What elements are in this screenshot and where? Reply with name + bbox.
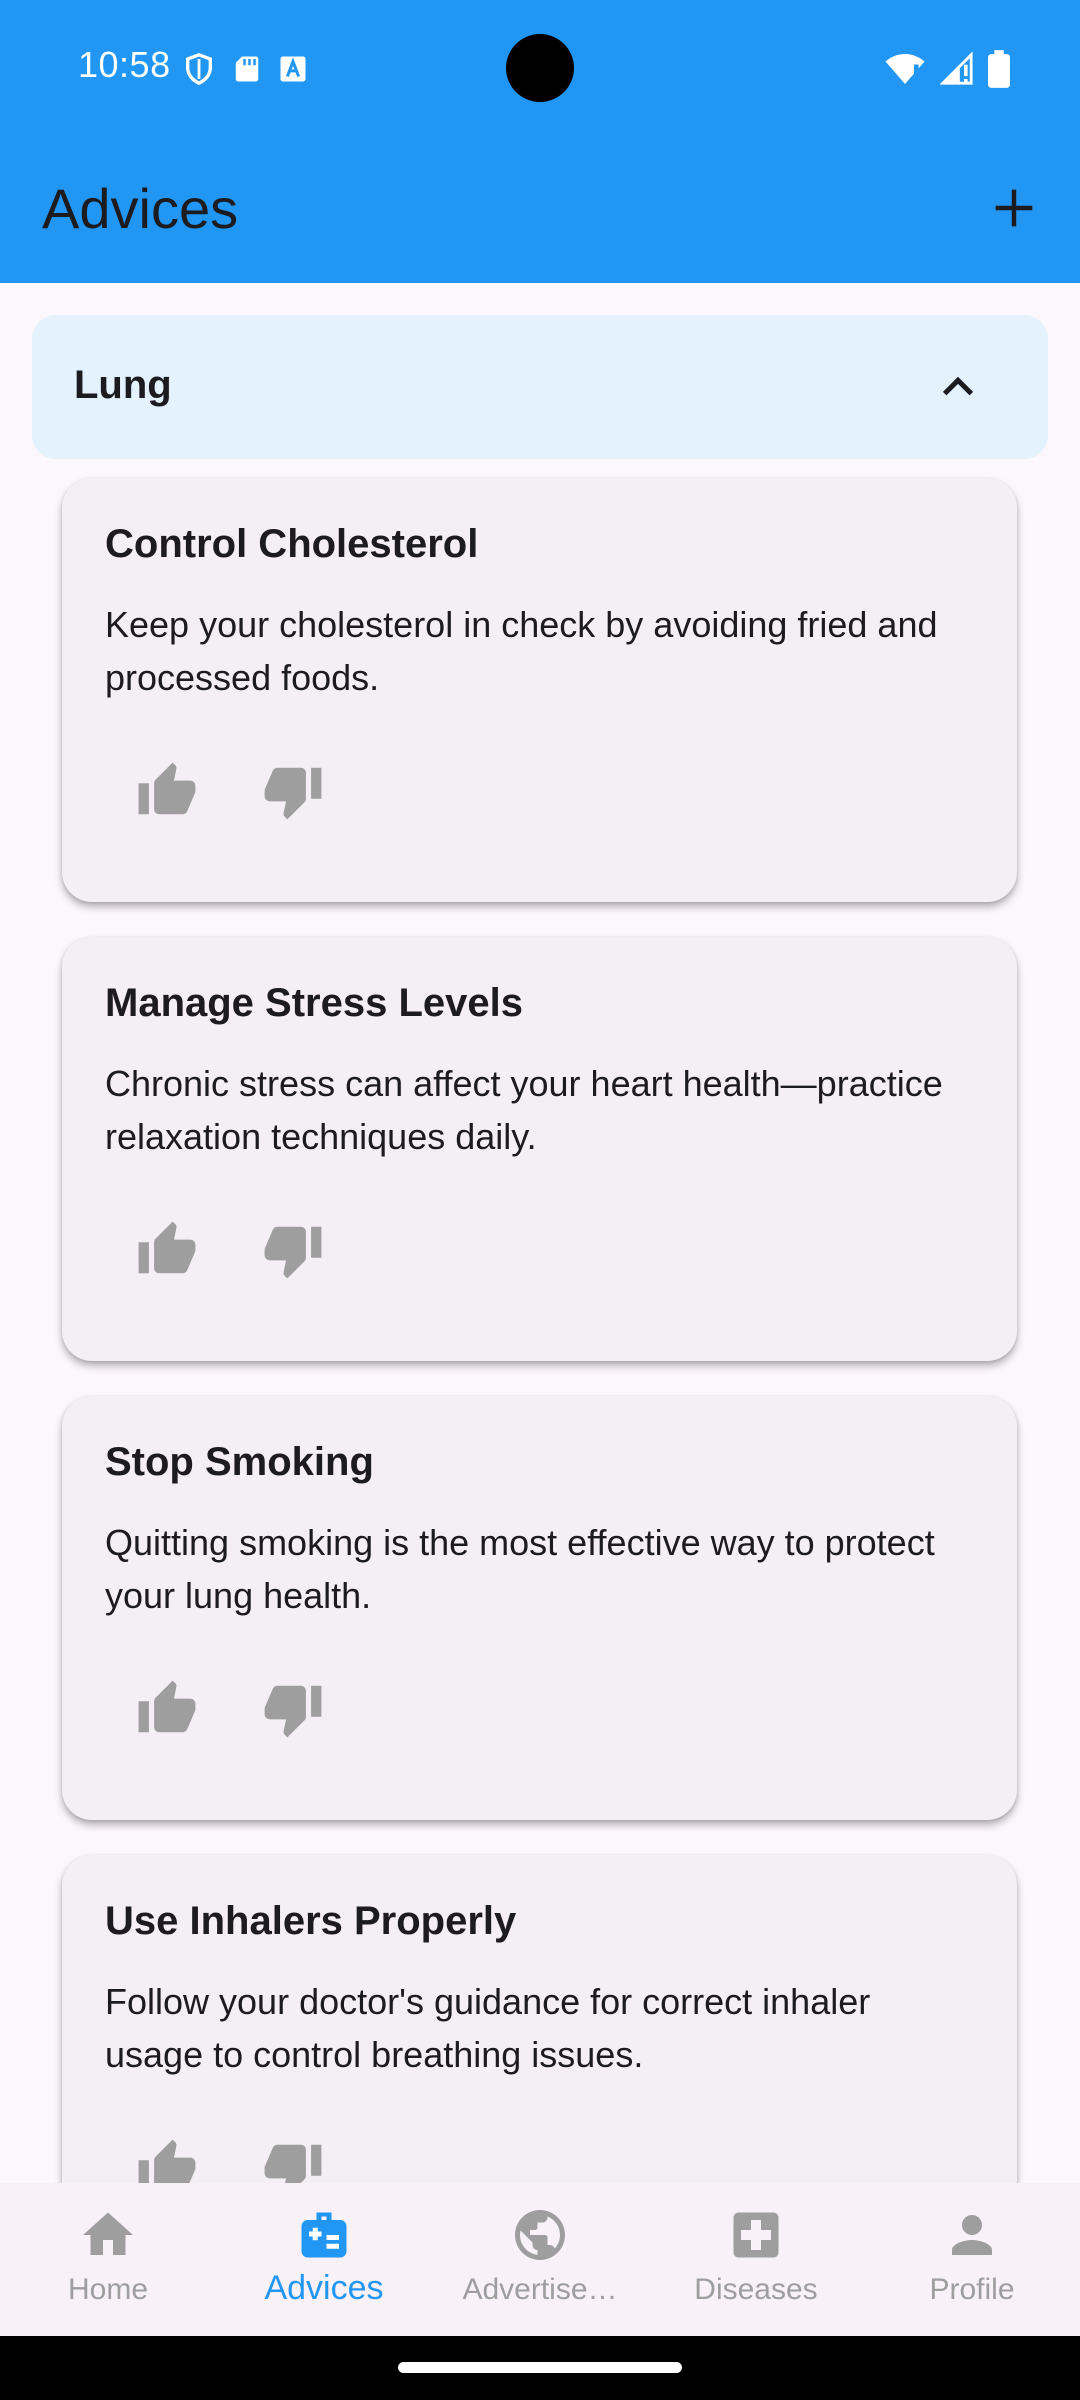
thumb-up-icon <box>138 1221 196 1274</box>
thumb-down-icon <box>264 2144 322 2183</box>
thumb-down-icon <box>264 1685 322 1738</box>
camera-cutout <box>506 34 574 102</box>
category-header-lung[interactable]: Lung <box>32 315 1048 459</box>
nav-item-home[interactable]: Home <box>0 2183 216 2336</box>
like-button[interactable] <box>124 2125 210 2183</box>
advice-card: Stop Smoking Quitting smoking is the mos… <box>62 1396 1017 1820</box>
gesture-handle[interactable] <box>398 2362 682 2373</box>
advice-list[interactable]: Lung Control Cholesterol Keep your chole… <box>0 283 1080 2183</box>
app-bar: Advices <box>0 136 1080 283</box>
wifi-alert-icon <box>884 51 926 92</box>
nav-item-advertisements[interactable]: Advertise… <box>432 2183 648 2336</box>
dislike-button[interactable] <box>250 1666 336 1752</box>
dislike-button[interactable] <box>250 2125 336 2183</box>
nav-item-profile[interactable]: Profile <box>864 2183 1080 2336</box>
nav-label: Advertise… <box>462 2273 618 2306</box>
advice-card: Manage Stress Levels Chronic stress can … <box>62 937 1017 1361</box>
advice-card: Control Cholesterol Keep your cholestero… <box>62 478 1017 902</box>
nav-label: Advices <box>264 2269 384 2307</box>
status-time: 10:58 <box>78 44 171 85</box>
bottom-navigation: Home Advices Advertise… Diseases Profile <box>0 2183 1080 2336</box>
text-a-icon <box>278 54 308 89</box>
medical-kit-icon <box>301 2212 347 2258</box>
signal-alert-icon <box>939 51 974 92</box>
advice-title: Use Inhalers Properly <box>105 1899 517 1943</box>
advice-card: Use Inhalers Properly Follow your doctor… <box>62 1855 1017 2183</box>
like-button[interactable] <box>124 748 210 834</box>
advice-title: Manage Stress Levels <box>105 981 523 1025</box>
category-label: Lung <box>74 363 172 407</box>
status-icons-right <box>884 50 1010 93</box>
nav-label: Diseases <box>694 2273 818 2306</box>
advice-description: Follow your doctor's guidance for correc… <box>105 1981 871 2075</box>
thumb-up-icon <box>138 762 196 815</box>
chevron-up-icon <box>942 376 974 396</box>
nav-label: Home <box>67 2273 149 2306</box>
add-icon <box>995 189 1033 227</box>
nav-item-diseases[interactable]: Diseases <box>648 2183 864 2336</box>
thumb-up-icon <box>138 1680 196 1733</box>
like-button[interactable] <box>124 1207 210 1293</box>
thumb-up-icon <box>138 2139 196 2183</box>
person-icon <box>952 2215 992 2255</box>
medical-cross-icon <box>733 2212 779 2258</box>
home-icon <box>83 2212 133 2255</box>
status-bar: 10:58 <box>0 0 1080 136</box>
advice-title: Control Cholesterol <box>105 522 479 566</box>
advice-description: Quitting smoking is the most effective w… <box>105 1522 935 1616</box>
shield-icon <box>182 50 216 93</box>
page-title: Advices <box>42 177 239 240</box>
battery-icon <box>988 50 1010 93</box>
dislike-button[interactable] <box>250 748 336 834</box>
add-advice-button[interactable] <box>972 166 1056 250</box>
advice-description: Chronic stress can affect your heart hea… <box>105 1063 943 1157</box>
advice-description: Keep your cholesterol in check by avoidi… <box>105 604 938 698</box>
like-button[interactable] <box>124 1666 210 1752</box>
thumb-down-icon <box>264 1226 322 1279</box>
nav-item-advices[interactable]: Advices <box>216 2183 432 2336</box>
thumb-down-icon <box>264 767 322 820</box>
sd-card-icon <box>232 52 262 91</box>
advice-title: Stop Smoking <box>105 1440 374 1484</box>
globe-icon <box>515 2210 565 2260</box>
status-icons-left <box>182 50 308 93</box>
system-navigation-bar <box>0 2336 1080 2400</box>
nav-label: Profile <box>929 2273 1015 2306</box>
dislike-button[interactable] <box>250 1207 336 1293</box>
